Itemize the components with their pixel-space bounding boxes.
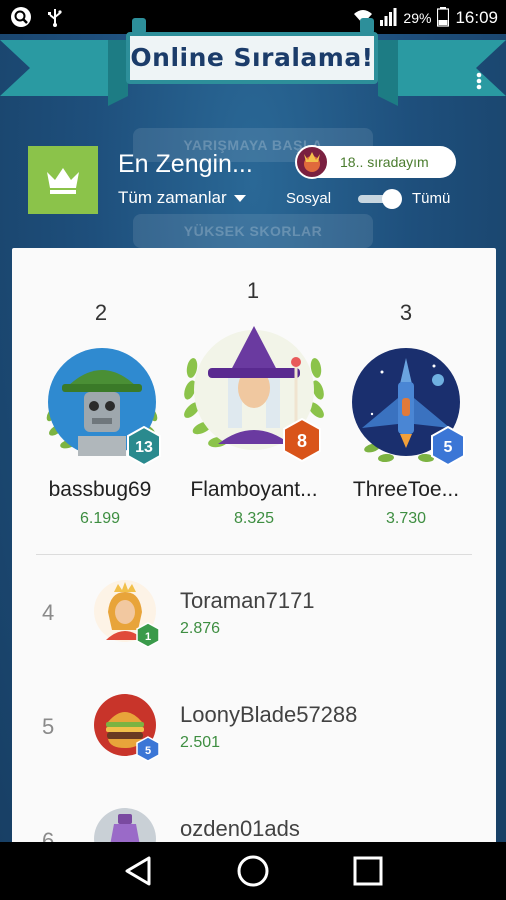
list-item-score: 2.501	[180, 734, 221, 751]
podium-divider	[36, 554, 472, 555]
podium-player-name[interactable]: ThreeToe...	[326, 478, 486, 502]
dropdown-arrow-icon	[233, 195, 246, 202]
podium-player-score: 6.199	[79, 510, 121, 527]
home-circle-icon	[237, 855, 269, 887]
list-item[interactable]: 5 5 LoonyBlade57288 2.501	[12, 680, 496, 790]
list-item-name: ozden01ads	[180, 816, 300, 841]
podium-player-name[interactable]: bassbug69	[20, 478, 180, 502]
level-badge: 13	[127, 426, 161, 466]
my-rank-label: 18.. sıradayım	[340, 154, 429, 170]
level-badge-text: 5	[145, 745, 151, 757]
podium-player-name[interactable]: Flamboyant...	[174, 478, 334, 502]
list-item-rank: 5	[42, 714, 55, 739]
level-badge-text: 5	[444, 439, 453, 456]
list-item-name: LoonyBlade57288	[180, 702, 358, 727]
level-badge-text: 13	[135, 439, 153, 456]
list-item-score: 2.876	[180, 620, 221, 637]
recents-square-icon	[353, 856, 383, 886]
level-badge-text: 8	[297, 431, 307, 451]
level-badge: 1	[136, 622, 160, 648]
toggle-label-social: Sosyal	[286, 190, 332, 207]
title-banner: Online Sıralama!	[0, 10, 506, 110]
list-item[interactable]: 4 1 Toraman7171 2.876	[12, 566, 496, 676]
banner-title: Online Sıralama!	[126, 32, 378, 84]
my-rank-pill[interactable]: 18.. sıradayım	[295, 145, 456, 179]
background-highscores-button: YÜKSEK SKORLAR	[133, 214, 373, 248]
leaderboard-category-icon	[28, 146, 98, 214]
leaderboard-title: En Zengin...	[118, 150, 253, 178]
social-all-toggle[interactable]	[356, 188, 404, 210]
toggle-label-all: Tümü	[412, 190, 451, 207]
list-item[interactable]: 6 ozden01ads	[12, 794, 496, 848]
time-filter-label: Tüm zamanlar	[118, 188, 227, 207]
podium-player-score: 8.325	[233, 510, 275, 527]
level-badge: 5	[431, 426, 465, 466]
list-item-rank: 4	[42, 600, 55, 625]
my-avatar-icon	[295, 145, 329, 179]
back-button[interactable]	[118, 851, 158, 891]
system-navigation-bar	[0, 842, 506, 900]
list-item-name: Toraman7171	[180, 588, 315, 613]
level-badge: 5	[136, 736, 160, 762]
recents-button[interactable]	[348, 851, 388, 891]
podium-rank: 3	[399, 300, 413, 325]
crown-icon	[47, 168, 79, 194]
back-triangle-icon	[125, 856, 151, 886]
time-filter-dropdown[interactable]: Tüm zamanlar	[118, 188, 247, 208]
level-badge: 8	[283, 418, 321, 462]
home-button[interactable]	[233, 851, 273, 891]
leaderboard-card: 2 1 3 13 8 5 bassbug69 6.199 Flamboyant.…	[12, 248, 496, 848]
more-options-icon[interactable]	[476, 72, 482, 90]
level-badge-text: 1	[145, 631, 151, 643]
podium-rank: 1	[246, 278, 260, 303]
podium-player-score: 3.730	[385, 510, 427, 527]
podium-rank: 2	[94, 300, 108, 325]
